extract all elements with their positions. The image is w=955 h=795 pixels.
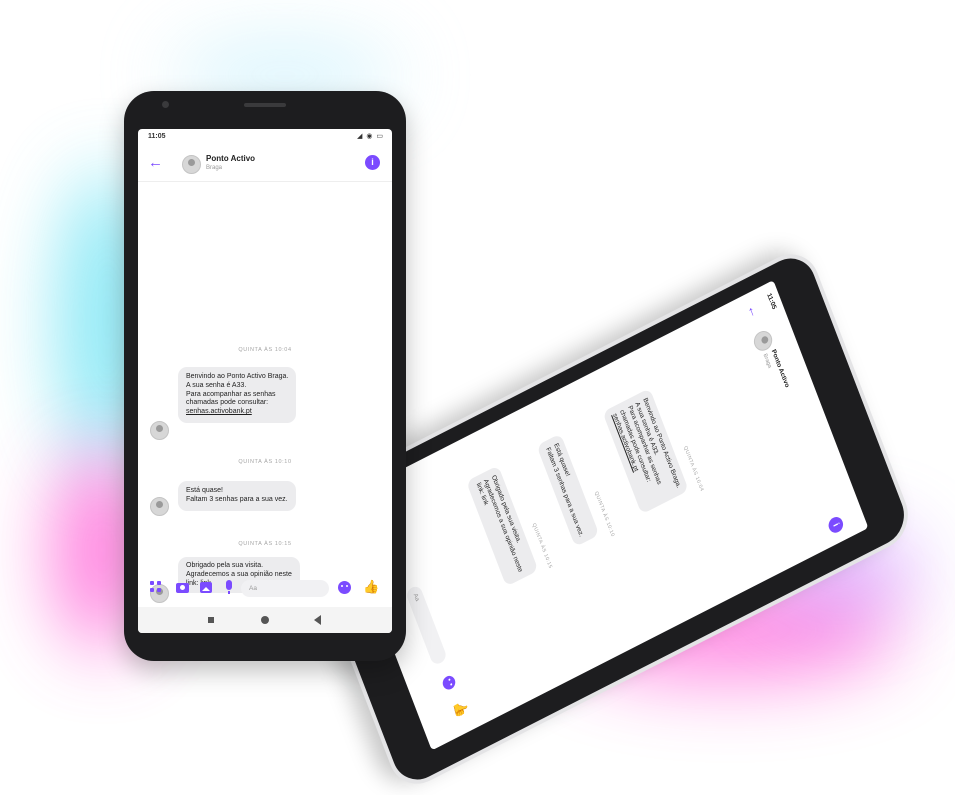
camera-icon[interactable] — [176, 583, 189, 593]
message-line: Obrigado pela sua visita. — [186, 562, 264, 569]
message-composer: Aa 👍 — [138, 575, 392, 603]
recent-apps-icon[interactable] — [208, 617, 214, 623]
date-label: QUINTA ÀS 10:04 — [238, 347, 292, 353]
tilted-contact-name: Ponto Activo — [769, 348, 791, 389]
message-avatar — [150, 497, 169, 516]
tilted-message-bubble: Benvindo ao Ponto Activo Braga. A sua se… — [602, 388, 689, 515]
message-input[interactable]: Aa — [241, 580, 329, 597]
message-bubble: Benvindo ao Ponto Activo Braga. A sua se… — [178, 367, 297, 423]
front-camera — [162, 101, 169, 108]
tilted-status-time: 11:05 — [765, 292, 778, 311]
message-avatar — [150, 421, 169, 440]
phone-screen: 11:05 ◢ ◉ ▭ ← Ponto Activo Braga i QUINT… — [138, 129, 392, 633]
tilted-info-icon[interactable]: i — [826, 514, 846, 536]
info-icon[interactable]: i — [365, 155, 380, 170]
image-icon[interactable] — [200, 582, 212, 593]
message-line: A sua senha é A33. — [186, 381, 247, 389]
phone-speaker — [244, 103, 286, 107]
back-arrow-icon[interactable]: ← — [148, 155, 163, 170]
status-time: 11:05 — [148, 133, 166, 140]
home-icon[interactable] — [261, 616, 269, 624]
nav-back-icon[interactable] — [314, 615, 321, 625]
date-label: QUINTA ÀS 10:15 — [238, 541, 292, 547]
tilted-emoji-icon[interactable] — [440, 673, 458, 692]
date-label: QUINTA ÀS 10:10 — [238, 459, 292, 465]
tilted-message-input[interactable]: Aa — [404, 584, 448, 667]
apps-grid-icon[interactable] — [150, 581, 162, 593]
tilted-thumbs-up-icon[interactable]: 👍 — [451, 698, 470, 720]
contact-name[interactable]: Ponto Activo — [206, 154, 255, 163]
message-link[interactable]: senhas.activobank.pt — [186, 408, 288, 417]
message-line: Para acompanhar as senhas — [186, 390, 276, 398]
contact-avatar[interactable] — [182, 155, 201, 174]
thumbs-up-icon[interactable]: 👍 — [363, 579, 379, 595]
message-line: chamadas pode consultar: — [186, 399, 269, 407]
navigation-bar — [138, 607, 392, 633]
message-line: Benvindo ao Ponto Activo Braga. — [186, 373, 289, 380]
tilted-phone-screen: 11:05 ← Ponto Activo Braga i QUINTA ÀS 1… — [336, 280, 869, 751]
emoji-icon[interactable] — [338, 581, 351, 594]
upright-phone: 11:05 ◢ ◉ ▭ ← Ponto Activo Braga i QUINT… — [124, 91, 406, 661]
contact-subtitle: Braga — [206, 165, 223, 171]
message-line: Faltam 3 senhas para a sua vez. — [186, 495, 288, 503]
microphone-icon[interactable] — [226, 580, 232, 594]
tilted-message-bubble: Está quase! Faltam 3 senhas para a sua v… — [536, 433, 600, 548]
chat-header: ← Ponto Activo Braga i — [138, 147, 392, 182]
status-bar: 11:05 ◢ ◉ ▭ — [138, 129, 392, 147]
tilted-message-bubble: Obrigado pela sua visita. Agradecemos a … — [466, 465, 539, 587]
message-bubble: Está quase! Faltam 3 senhas para a sua v… — [178, 481, 296, 511]
message-line: Está quase! — [186, 487, 223, 494]
tilted-back-icon[interactable]: ← — [745, 301, 763, 320]
status-icons: ◢ ◉ ▭ — [357, 133, 384, 140]
